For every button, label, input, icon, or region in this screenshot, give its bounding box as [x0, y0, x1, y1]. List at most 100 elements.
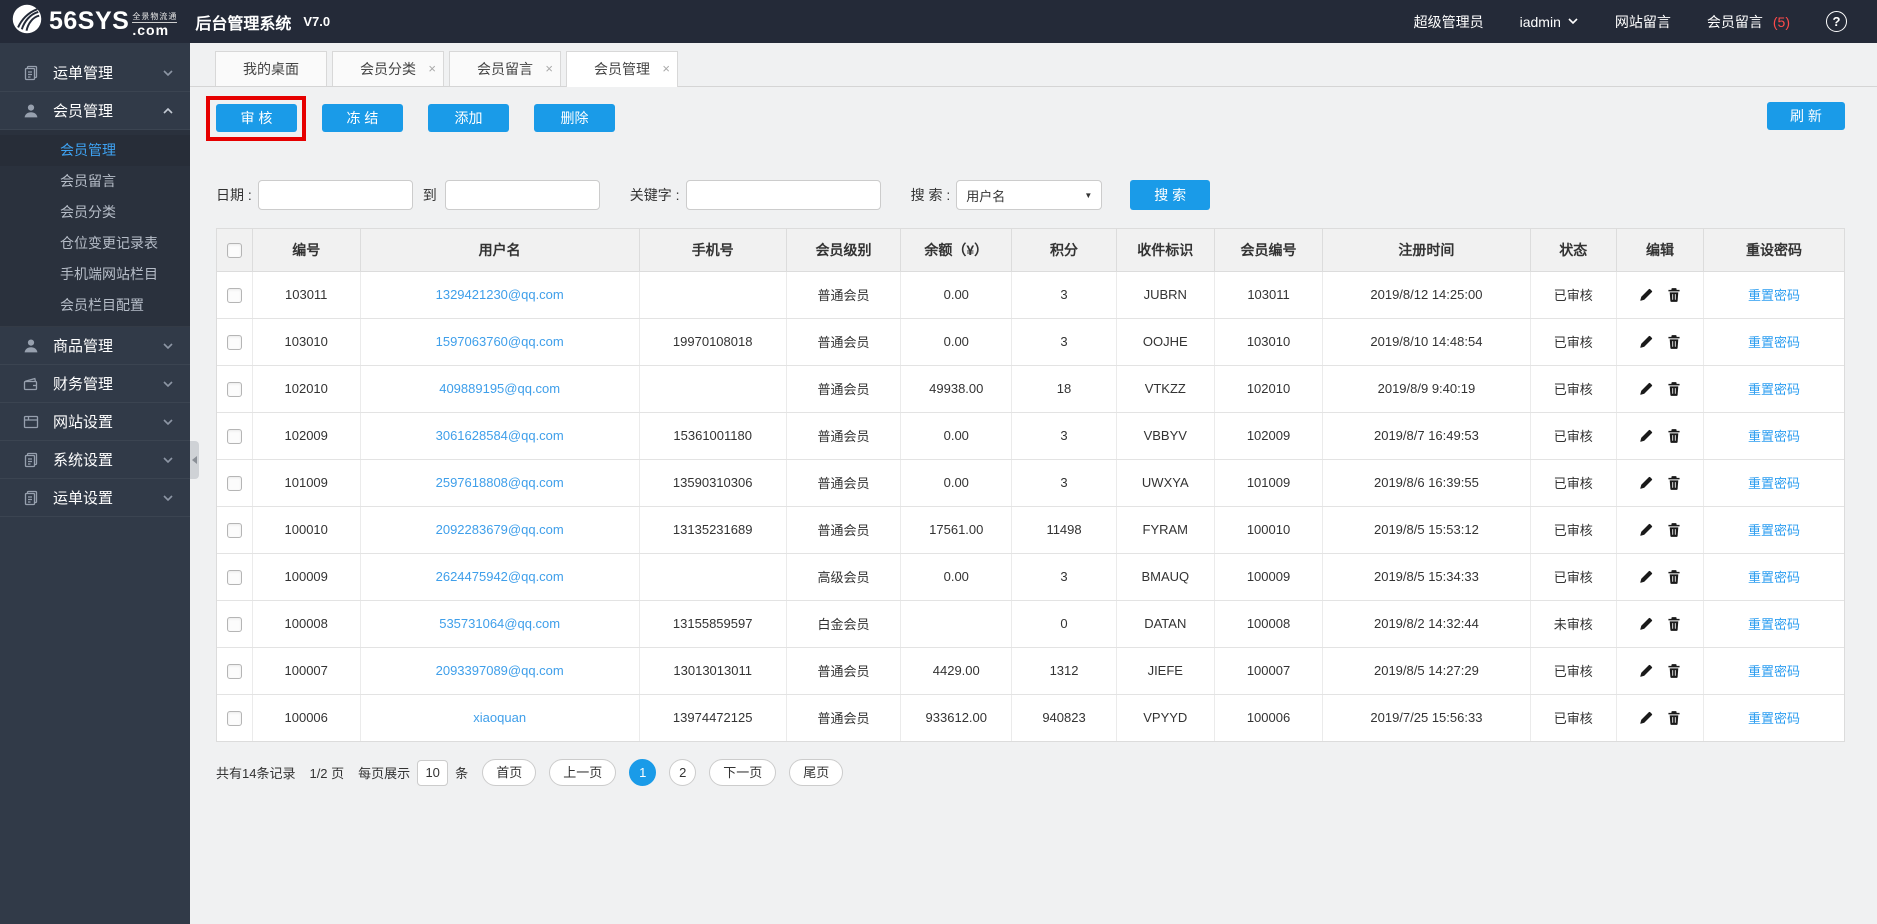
- action-button-冻结[interactable]: 冻 结: [322, 104, 403, 132]
- username-link[interactable]: 409889195@qq.com: [439, 381, 560, 396]
- tab-close-icon[interactable]: ×: [662, 52, 670, 86]
- row-checkbox[interactable]: [226, 381, 242, 397]
- reset-password-link[interactable]: 重置密码: [1748, 523, 1800, 538]
- tab-会员留言[interactable]: 会员留言 ×: [449, 51, 561, 86]
- delete-trash-icon[interactable]: [1668, 522, 1681, 537]
- edit-pencil-icon[interactable]: [1639, 429, 1653, 443]
- nav-site-messages[interactable]: 网站留言: [1615, 12, 1671, 32]
- search-button[interactable]: 搜 索: [1130, 180, 1211, 210]
- username-link[interactable]: 1329421230@qq.com: [436, 287, 564, 302]
- reset-password-link[interactable]: 重置密码: [1748, 711, 1800, 726]
- per-page-input[interactable]: 10: [417, 759, 449, 786]
- row-checkbox[interactable]: [226, 334, 242, 350]
- reset-password-link[interactable]: 重置密码: [1748, 617, 1800, 632]
- delete-trash-icon[interactable]: [1668, 475, 1681, 490]
- edit-pencil-icon[interactable]: [1639, 382, 1653, 396]
- tab-close-icon[interactable]: ×: [428, 52, 436, 86]
- row-checkbox[interactable]: [226, 475, 242, 491]
- row-select-cell: [217, 506, 253, 554]
- edit-pencil-icon[interactable]: [1639, 523, 1653, 537]
- row-select-cell: [217, 694, 253, 741]
- sidebar-subitem-会员栏目配置[interactable]: 会员栏目配置: [0, 290, 190, 321]
- row-checkbox[interactable]: [226, 710, 242, 726]
- action-button-添加[interactable]: 添加: [428, 104, 509, 132]
- delete-trash-icon[interactable]: [1668, 381, 1681, 396]
- delete-trash-icon[interactable]: [1668, 287, 1681, 302]
- sidebar-item-会员管理[interactable]: 会员管理: [0, 92, 190, 130]
- website-icon: [22, 414, 40, 430]
- edit-pencil-icon[interactable]: [1639, 617, 1653, 631]
- sidebar-collapse-handle[interactable]: [190, 441, 199, 479]
- date-to-input[interactable]: [444, 180, 600, 210]
- sidebar-item-运单管理[interactable]: 运单管理: [0, 54, 190, 92]
- tab-会员管理[interactable]: 会员管理 ×: [566, 51, 678, 87]
- reset-password-link[interactable]: 重置密码: [1748, 476, 1800, 491]
- select-all-checkbox[interactable]: [226, 243, 242, 259]
- keyword-input[interactable]: [685, 180, 881, 210]
- pagination-page-1[interactable]: 1: [629, 759, 657, 786]
- help-icon[interactable]: ?: [1826, 11, 1847, 32]
- edit-pencil-icon[interactable]: [1639, 288, 1653, 302]
- sidebar-subitem-仓位变更记录表[interactable]: 仓位变更记录表: [0, 228, 190, 259]
- pagination-next-button[interactable]: 下一页: [709, 759, 777, 786]
- sidebar-item-网站设置[interactable]: 网站设置: [0, 403, 190, 441]
- pagination-first-button[interactable]: 首页: [482, 759, 537, 786]
- user-menu[interactable]: iadmin: [1520, 14, 1579, 30]
- row-checkbox[interactable]: [226, 616, 242, 632]
- reset-password-link[interactable]: 重置密码: [1748, 570, 1800, 585]
- search-type-select[interactable]: 用户名 ▼: [956, 180, 1103, 210]
- refresh-button[interactable]: 刷 新: [1767, 102, 1845, 130]
- action-button-删除[interactable]: 删除: [534, 104, 615, 132]
- username-link[interactable]: 2092283679@qq.com: [436, 522, 564, 537]
- action-button-审核[interactable]: 审 核: [216, 104, 297, 132]
- sidebar-item-财务管理[interactable]: 财务管理: [0, 365, 190, 403]
- sidebar-item-商品管理[interactable]: 商品管理: [0, 327, 190, 365]
- reset-password-link[interactable]: 重置密码: [1748, 664, 1800, 679]
- username-link[interactable]: 535731064@qq.com: [439, 616, 560, 631]
- sidebar-subitem-会员分类[interactable]: 会员分类: [0, 197, 190, 228]
- nav-member-messages[interactable]: 会员留言 (5): [1707, 12, 1790, 32]
- sidebar-item-label: 运单管理: [53, 65, 114, 82]
- username-link[interactable]: 1597063760@qq.com: [436, 334, 564, 349]
- member-messages-count-badge: (5): [1772, 13, 1790, 30]
- edit-pencil-icon[interactable]: [1639, 664, 1653, 678]
- delete-trash-icon[interactable]: [1668, 569, 1681, 584]
- delete-trash-icon[interactable]: [1668, 710, 1681, 725]
- sidebar-subitem-会员管理[interactable]: 会员管理: [0, 135, 190, 166]
- cell-receiver-code: VTKZZ: [1116, 365, 1215, 413]
- tab-会员分类[interactable]: 会员分类 ×: [332, 51, 444, 86]
- reset-password-link[interactable]: 重置密码: [1748, 429, 1800, 444]
- sidebar-subitem-手机端网站栏目[interactable]: 手机端网站栏目: [0, 259, 190, 290]
- delete-trash-icon[interactable]: [1668, 334, 1681, 349]
- delete-trash-icon[interactable]: [1668, 428, 1681, 443]
- edit-pencil-icon[interactable]: [1639, 570, 1653, 584]
- username-link[interactable]: 2597618808@qq.com: [436, 475, 564, 490]
- sidebar-item-系统设置[interactable]: 系统设置: [0, 441, 190, 479]
- delete-trash-icon[interactable]: [1668, 663, 1681, 678]
- pagination-page-2[interactable]: 2: [669, 759, 697, 786]
- reset-password-link[interactable]: 重置密码: [1748, 382, 1800, 397]
- tab-close-icon[interactable]: ×: [545, 52, 553, 86]
- row-checkbox[interactable]: [226, 287, 242, 303]
- pagination-prev-button[interactable]: 上一页: [549, 759, 617, 786]
- pagination-last-button[interactable]: 尾页: [789, 759, 844, 786]
- row-checkbox[interactable]: [226, 428, 242, 444]
- row-checkbox[interactable]: [226, 569, 242, 585]
- sidebar-item-运单设置[interactable]: 运单设置: [0, 479, 190, 517]
- row-checkbox[interactable]: [226, 663, 242, 679]
- tab-我的桌面[interactable]: 我的桌面: [215, 51, 327, 86]
- username-link[interactable]: 3061628584@qq.com: [436, 428, 564, 443]
- username-link[interactable]: 2624475942@qq.com: [436, 569, 564, 584]
- delete-trash-icon[interactable]: [1668, 616, 1681, 631]
- username-link[interactable]: xiaoquan: [473, 710, 526, 725]
- date-from-input[interactable]: [257, 180, 413, 210]
- edit-pencil-icon[interactable]: [1639, 711, 1653, 725]
- row-checkbox[interactable]: [226, 522, 242, 538]
- reset-password-link[interactable]: 重置密码: [1748, 288, 1800, 303]
- username-link[interactable]: 2093397089@qq.com: [436, 663, 564, 678]
- cell-id: 103010: [252, 318, 361, 366]
- reset-password-link[interactable]: 重置密码: [1748, 335, 1800, 350]
- edit-pencil-icon[interactable]: [1639, 335, 1653, 349]
- sidebar-subitem-会员留言[interactable]: 会员留言: [0, 166, 190, 197]
- edit-pencil-icon[interactable]: [1639, 476, 1653, 490]
